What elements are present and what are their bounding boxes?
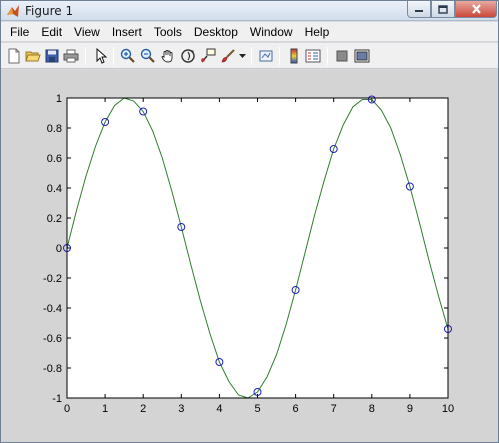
x-tick-label: 2 [140,403,146,415]
y-tick-label: 0 [56,243,62,255]
x-tick-label: 9 [407,403,413,415]
new-file-icon [8,48,20,64]
menu-tools[interactable]: Tools [149,25,189,39]
brush-button[interactable] [219,47,237,65]
toolbar-separator [279,47,280,65]
menu-window[interactable]: Window [245,25,300,39]
floppy-disk-icon [45,49,59,63]
colorbar-icon [290,48,298,64]
insert-colorbar-button[interactable] [285,47,303,65]
zoom-out-icon [140,48,155,63]
hide-plot-tools-icon [336,50,348,62]
maximize-button[interactable] [431,1,455,18]
insert-legend-button[interactable] [304,47,322,65]
chevron-down-icon [238,53,246,58]
window-title: Figure 1 [25,4,74,18]
minimize-icon [415,10,423,12]
brush-icon [221,49,235,63]
y-tick-label: 0.8 [47,123,62,135]
data-cursor-button[interactable] [199,47,217,65]
y-tick-label: -0.8 [43,363,62,375]
pan-button[interactable] [159,47,177,65]
figure-toolbar [1,43,498,69]
zoom-out-button[interactable] [139,47,157,65]
arrow-pointer-icon [96,48,107,64]
save-figure-button[interactable] [43,47,61,65]
x-tick-label: 8 [369,403,375,415]
x-tick-label: 10 [442,403,454,415]
y-tick-label: -0.6 [43,333,62,345]
toolbar-separator [251,47,252,65]
brush-dropdown-button[interactable] [237,47,247,65]
y-tick-label: 1 [56,93,62,105]
menu-edit[interactable]: Edit [36,25,69,39]
link-plot-icon [259,50,273,62]
rotate-3d-button[interactable] [179,47,197,65]
x-tick-label: 4 [216,403,222,415]
y-tick-label: -0.2 [43,273,62,285]
open-file-button[interactable] [24,47,42,65]
x-tick-label: 0 [64,403,70,415]
minimize-button[interactable] [407,1,431,18]
maximize-icon [438,4,448,14]
y-tick-label: -0.4 [43,303,62,315]
close-icon [471,4,481,14]
data-cursor-icon [201,48,216,63]
menu-desktop[interactable]: Desktop [189,25,245,39]
toolbar-separator [85,47,86,65]
toolbar-separator [327,47,328,65]
new-figure-button[interactable] [5,47,23,65]
show-plot-tools-icon [354,49,370,63]
x-tick-label: 1 [102,403,108,415]
toolbar-separator [113,47,114,65]
edit-plot-button[interactable] [92,47,110,65]
printer-icon [63,49,79,63]
hand-icon [161,50,173,63]
y-tick-label: 0.6 [47,153,62,165]
link-plot-button[interactable] [257,47,275,65]
menu-insert[interactable]: Insert [107,25,149,39]
figure-window: Figure 1 File Edit View Insert Tools Des… [0,0,499,443]
plot-axes[interactable]: 0 1 2 3 4 5 6 7 8 9 10 -1 -0.8 -0.6 -0.4 -0.2 0 0.2 0.4 0.6… [1,70,498,442]
y-tick-label: 0.2 [47,213,62,225]
menu-view[interactable]: View [69,25,107,39]
y-tick-label: -1 [52,393,62,405]
rotate-3d-icon [181,49,195,63]
x-tick-label: 6 [293,403,299,415]
menu-file[interactable]: File [5,25,36,39]
matlab-icon [6,4,20,18]
show-plot-tools-button[interactable] [353,47,371,65]
x-tick-label: 3 [178,403,184,415]
x-tick-label: 7 [331,403,337,415]
zoom-in-icon [120,48,135,63]
title-bar[interactable]: Figure 1 [1,1,498,21]
menu-help[interactable]: Help [300,25,337,39]
legend-icon [305,49,321,63]
axes-background [67,98,448,398]
figure-canvas[interactable]: 0 1 2 3 4 5 6 7 8 9 10 -1 -0.8 -0.6 -0.4 -0.2 0 0.2 0.4 0.6… [1,70,498,442]
zoom-in-button[interactable] [119,47,137,65]
close-button[interactable] [455,1,497,18]
folder-open-icon [25,51,41,62]
hide-plot-tools-button[interactable] [333,47,351,65]
x-tick-label: 5 [254,403,260,415]
print-figure-button[interactable] [62,47,80,65]
y-tick-label: 0.4 [47,183,62,195]
menu-bar: File Edit View Insert Tools Desktop Wind… [1,22,498,42]
